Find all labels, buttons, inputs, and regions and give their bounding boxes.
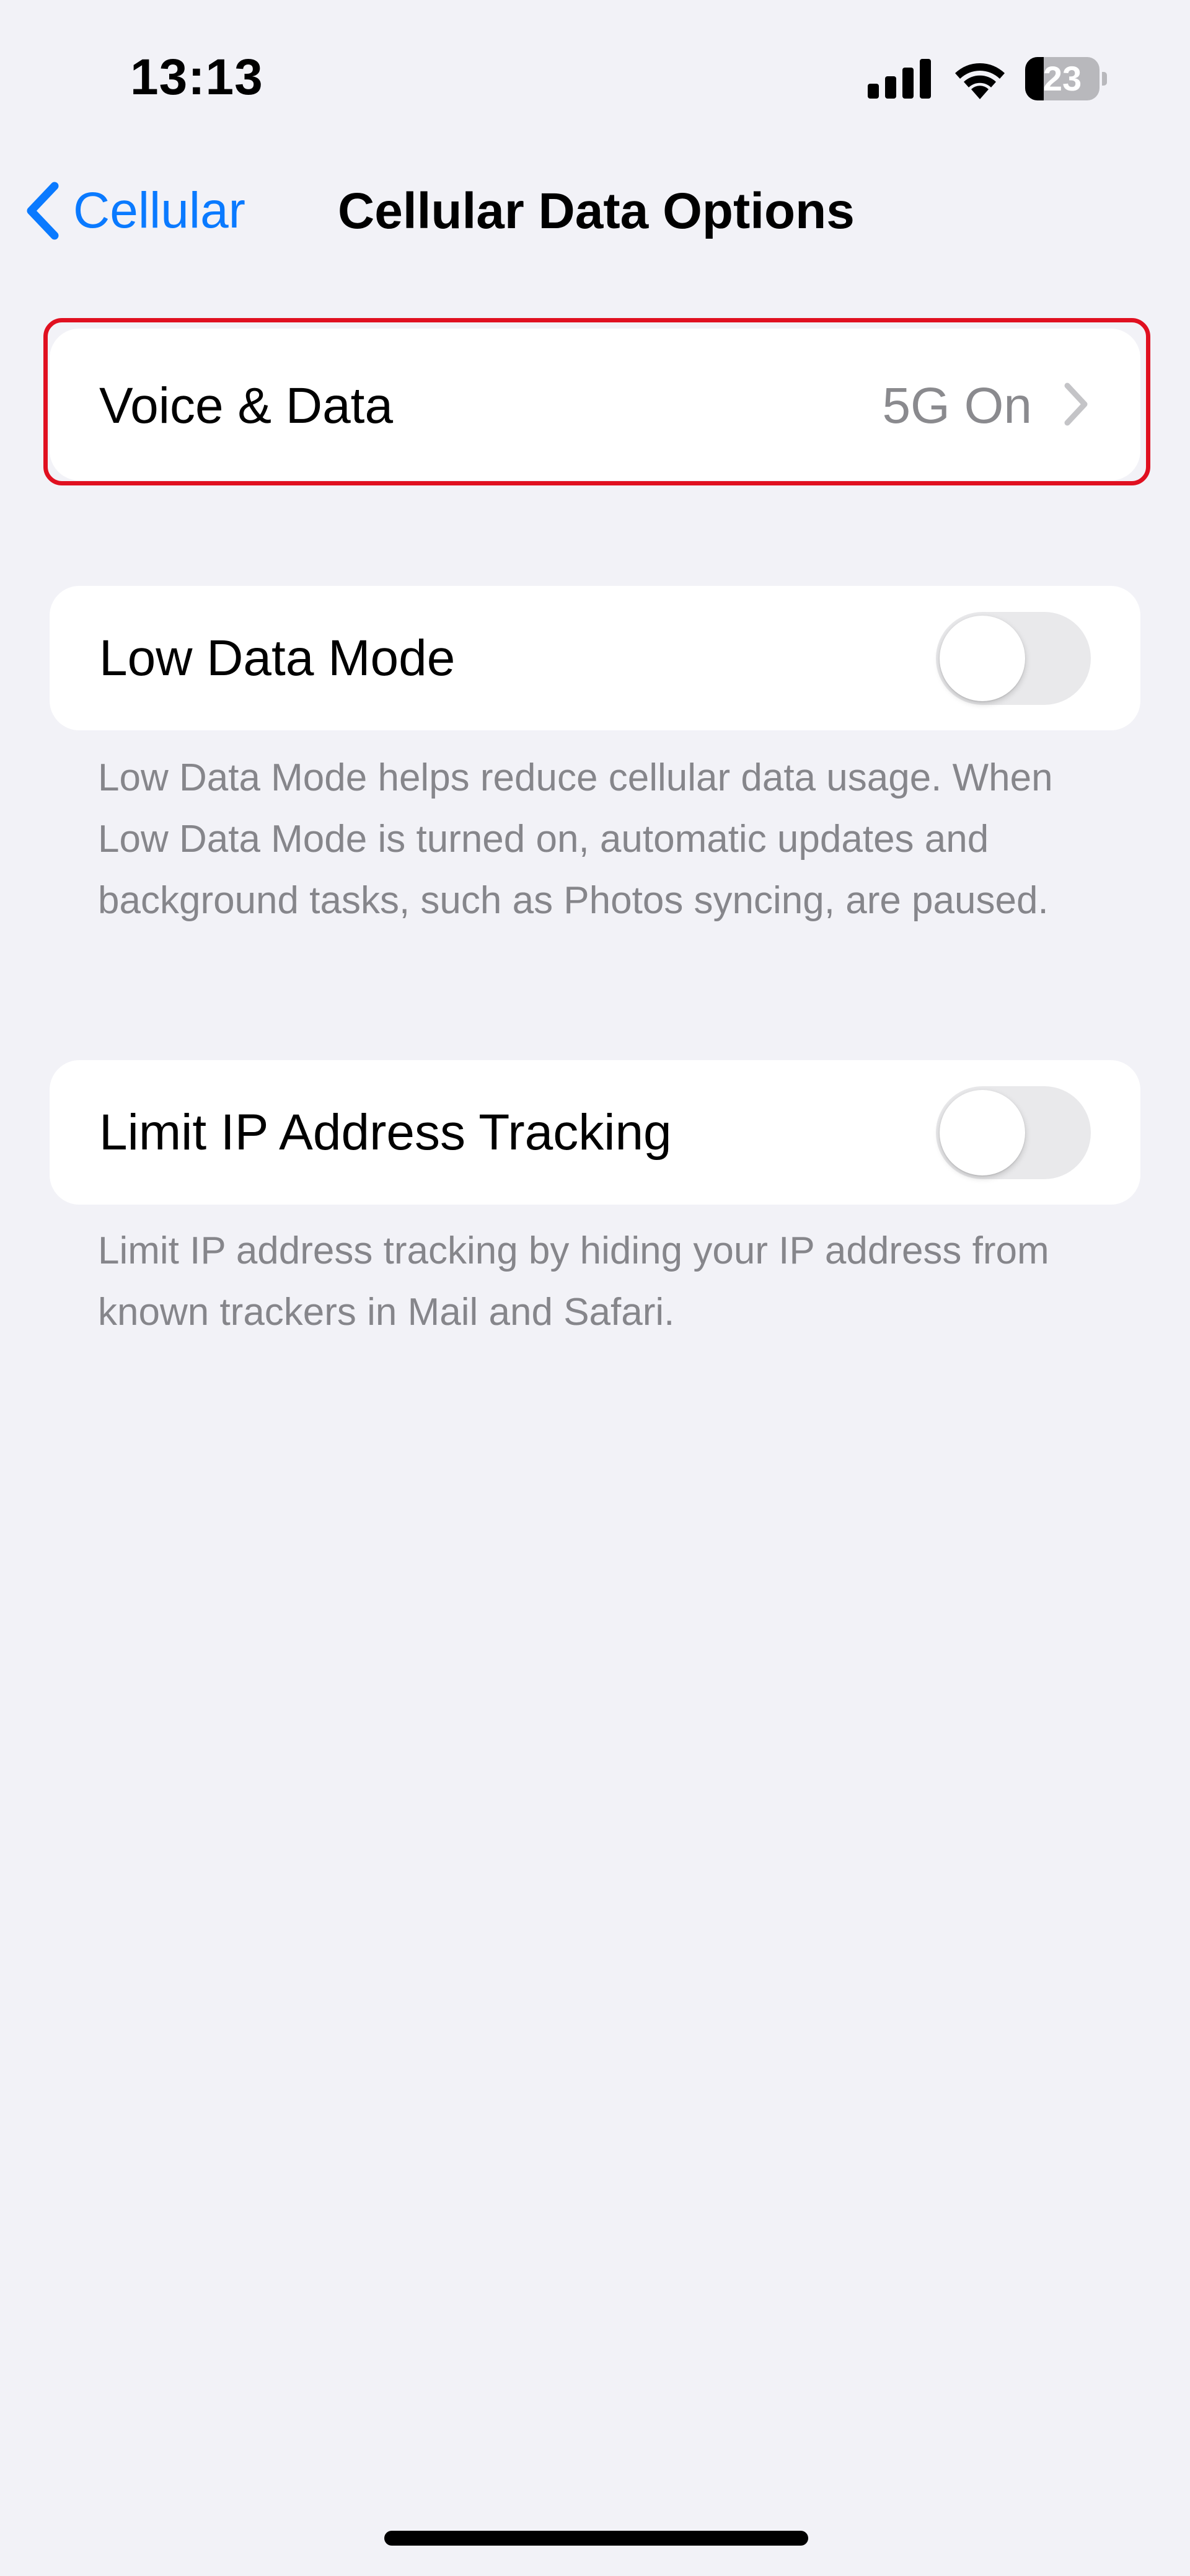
voice-data-value: 5G On bbox=[882, 378, 1032, 434]
signal-icon bbox=[868, 59, 931, 99]
nav-bar: Cellular Cellular Data Options bbox=[0, 155, 1190, 267]
voice-data-row[interactable]: Voice & Data 5G On bbox=[50, 329, 1140, 480]
chevron-left-icon bbox=[27, 182, 59, 240]
limit-ip-tracking-footnote: Limit IP address tracking by hiding your… bbox=[98, 1229, 1049, 1334]
wifi-icon bbox=[955, 63, 1005, 99]
home-indicator[interactable] bbox=[384, 2531, 808, 2546]
back-button[interactable]: Cellular bbox=[22, 174, 245, 248]
limit-ip-tracking-row: Limit IP Address Tracking bbox=[50, 1060, 1140, 1205]
low-data-mode-label: Low Data Mode bbox=[99, 630, 456, 686]
low-data-mode-footnote: Low Data Mode helps reduce cellular data… bbox=[98, 756, 1053, 922]
status-bar: 13:13 23 bbox=[0, 0, 1190, 155]
chevron-right-icon bbox=[1064, 383, 1088, 426]
toggle-knob bbox=[940, 616, 1025, 701]
battery-cap bbox=[1102, 72, 1107, 86]
back-label: Cellular bbox=[73, 182, 245, 239]
battery-level: 23 bbox=[1042, 59, 1082, 98]
limit-ip-tracking-toggle[interactable] bbox=[936, 1086, 1091, 1179]
low-data-mode-row: Low Data Mode bbox=[50, 586, 1140, 730]
page-title: Cellular Data Options bbox=[338, 183, 855, 239]
toggle-knob bbox=[940, 1090, 1025, 1175]
limit-ip-tracking-label: Limit IP Address Tracking bbox=[99, 1104, 672, 1161]
battery-body: 23 bbox=[1025, 57, 1100, 100]
battery-icon: 23 bbox=[1025, 57, 1107, 100]
low-data-mode-toggle[interactable] bbox=[936, 612, 1091, 705]
status-time: 13:13 bbox=[130, 49, 263, 105]
voice-data-label: Voice & Data bbox=[99, 378, 394, 434]
